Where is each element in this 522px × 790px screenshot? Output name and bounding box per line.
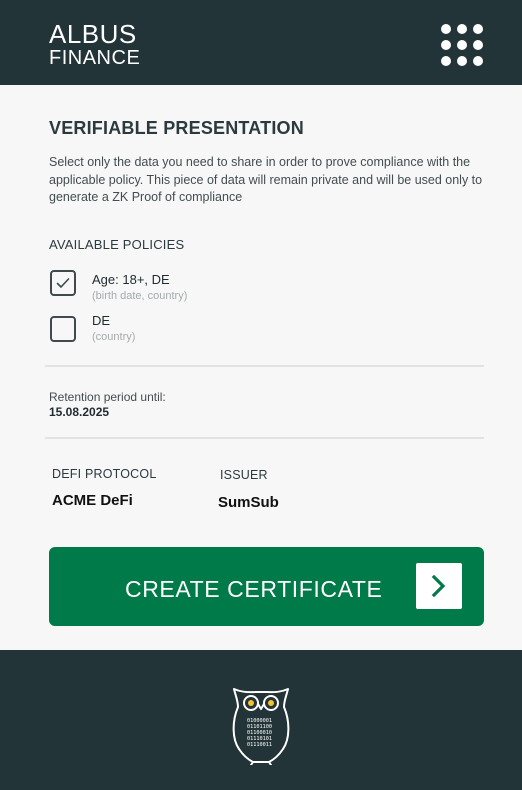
app-header: ALBUS FINANCE: [0, 0, 522, 85]
defi-protocol-value: ACME DeFi: [52, 492, 133, 509]
policy-name: DE: [92, 313, 111, 328]
owl-logo-icon: 01000001 01101100 01100010 01110101 0111…: [232, 688, 290, 765]
retention-label: Retention period until:: [49, 390, 166, 404]
issuer-label: ISSUER: [220, 468, 268, 482]
page-description: Select only the data you need to share i…: [49, 155, 483, 204]
brand-logo[interactable]: ALBUS FINANCE: [49, 21, 140, 69]
retention-date: 15.08.2025: [49, 405, 110, 419]
owl-code-line: 01110011: [247, 742, 272, 748]
policy-checkbox-age[interactable]: [50, 270, 76, 296]
policies-heading: AVAILABLE POLICIES: [49, 237, 185, 252]
issuer-value: SumSub: [218, 494, 279, 511]
create-certificate-button[interactable]: CREATE CERTIFICATE: [49, 547, 484, 626]
create-certificate-label: CREATE CERTIFICATE: [125, 576, 383, 602]
page-title: VERIFIABLE PRESENTATION: [49, 118, 304, 138]
divider: [45, 365, 484, 367]
brand-subname: FINANCE: [49, 47, 141, 69]
policy-name: Age: 18+, DE: [92, 272, 170, 287]
brand-name: ALBUS: [49, 19, 137, 49]
checkmark-icon: [56, 278, 70, 288]
divider: [45, 437, 484, 439]
chevron-right-icon: [431, 575, 446, 597]
grid-menu-button[interactable]: [441, 24, 483, 66]
policy-details: (birth date, country): [92, 290, 188, 302]
grid-menu-icon: [441, 24, 483, 66]
app-footer: 01000001 01101100 01100010 01110101 0111…: [0, 650, 522, 790]
policy-checkbox-country[interactable]: [50, 316, 76, 342]
policy-details: (country): [92, 331, 136, 343]
defi-protocol-label: DEFI PROTOCOL: [52, 467, 157, 481]
arrow-box: [416, 563, 462, 609]
